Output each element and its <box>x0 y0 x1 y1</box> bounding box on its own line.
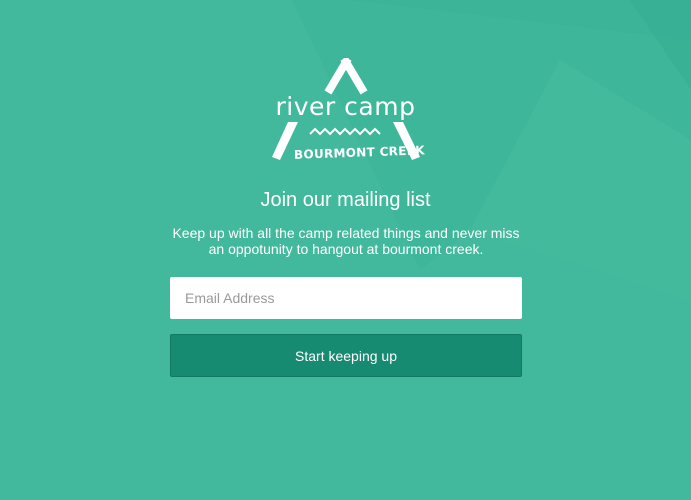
signup-heading: Join our mailing list <box>260 189 431 211</box>
email-field[interactable] <box>170 277 522 319</box>
logo-subtitle: BOURMONT CREEK <box>293 143 426 162</box>
signup-description: Keep up with all the camp related things… <box>172 225 520 257</box>
logo-title: river camp <box>275 92 416 121</box>
start-keeping-up-button[interactable]: Start keeping up <box>170 334 522 377</box>
